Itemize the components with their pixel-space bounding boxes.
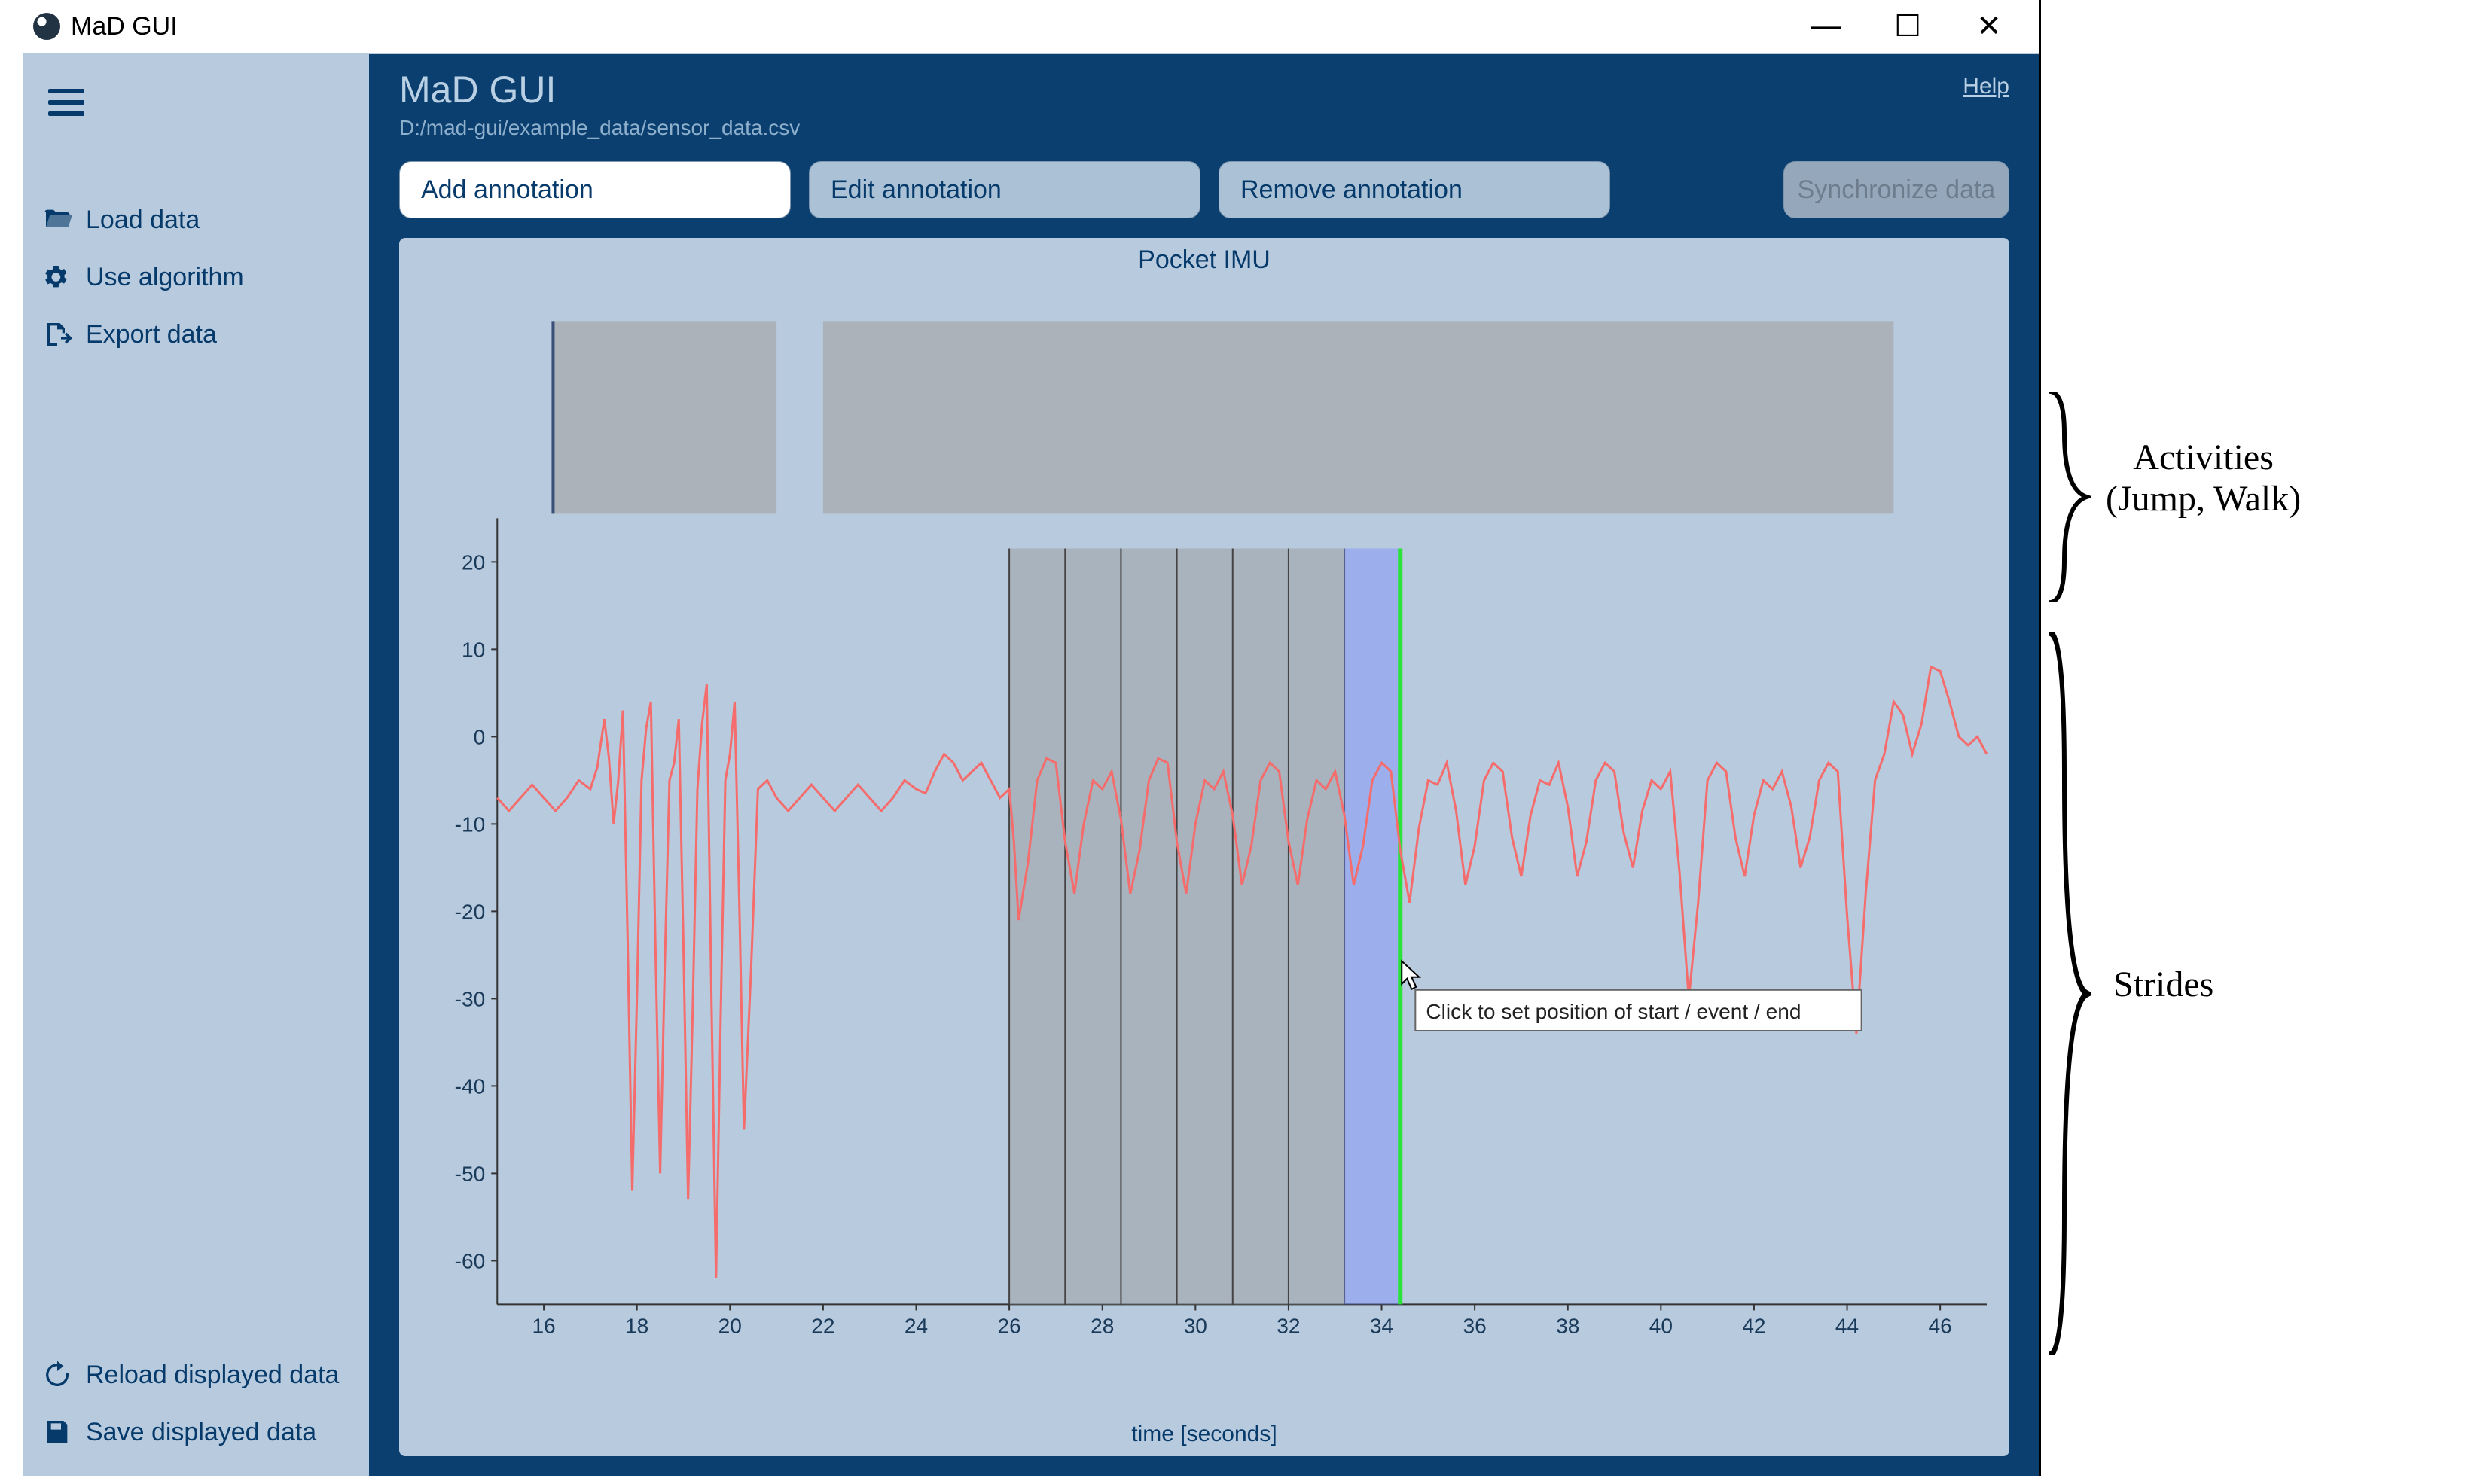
save-icon <box>42 1417 72 1447</box>
plot-panel: Pocket IMU -60 -50 -40 -30 -20 -10 0 10 20 16 18 20… <box>369 238 2039 1476</box>
svg-text:30: 30 <box>1184 1315 1207 1338</box>
window-maximize-button[interactable]: ☐ <box>1886 9 1931 44</box>
svg-text:46: 46 <box>1929 1315 1952 1338</box>
activity-region[interactable] <box>823 321 1893 513</box>
gears-icon <box>42 262 72 292</box>
folder-open-icon <box>42 205 72 235</box>
chart-canvas[interactable]: -60 -50 -40 -30 -20 -10 0 10 20 16 18 20 22 24 26 28 30 3… <box>444 283 1994 1388</box>
reload-icon <box>42 1360 72 1390</box>
svg-text:20: 20 <box>718 1315 742 1338</box>
plot-title: Pocket IMU <box>399 238 2009 275</box>
svg-text:28: 28 <box>1091 1315 1114 1338</box>
synchronize-button[interactable]: Synchronize data <box>1783 161 2009 218</box>
brace-icon <box>2045 632 2091 1355</box>
sidebar-item-label: Export data <box>86 320 217 349</box>
sidebar: Load data Use algorithm Export data <box>23 54 369 1476</box>
sidebar-item-reload[interactable]: Reload displayed data <box>23 1346 369 1403</box>
activity-region[interactable] <box>553 321 776 513</box>
svg-text:-10: -10 <box>455 812 486 836</box>
remove-annotation-button[interactable]: Remove annotation <box>1219 161 1610 218</box>
svg-text:18: 18 <box>625 1315 648 1338</box>
edit-annotation-button[interactable]: Edit annotation <box>809 161 1200 218</box>
annotation-toolbar: Add annotation Edit annotation Remove an… <box>369 149 2039 238</box>
add-annotation-button[interactable]: Add annotation <box>399 161 791 218</box>
sidebar-item-load[interactable]: Load data <box>23 191 369 248</box>
svg-text:38: 38 <box>1556 1315 1579 1338</box>
svg-text:Click to set position of start: Click to set position of start / event /… <box>1426 1000 1801 1023</box>
menu-toggle-button[interactable] <box>48 89 84 116</box>
callout-text: Activities <box>2106 437 2301 478</box>
svg-text:-30: -30 <box>455 987 486 1010</box>
sidebar-item-export[interactable]: Export data <box>23 306 369 363</box>
svg-text:-50: -50 <box>455 1162 486 1185</box>
app-header: Help MaD GUI D:/mad-gui/example_data/sen… <box>369 54 2039 149</box>
x-axis-label: time [seconds] <box>399 1422 2009 1447</box>
window-titlebar: MaD GUI — ☐ ✕ <box>23 0 2039 53</box>
svg-text:22: 22 <box>811 1315 834 1338</box>
svg-text:-60: -60 <box>455 1249 486 1272</box>
svg-text:34: 34 <box>1370 1315 1393 1338</box>
app-title: MaD GUI <box>399 68 2009 111</box>
window-minimize-button[interactable]: — <box>1804 9 1850 44</box>
callout-text: Strides <box>2113 964 2213 1005</box>
export-icon <box>42 319 72 349</box>
svg-text:36: 36 <box>1463 1315 1487 1338</box>
svg-text:24: 24 <box>905 1315 928 1338</box>
mouse-cursor-icon <box>1402 961 1419 989</box>
plot-area[interactable]: Pocket IMU -60 -50 -40 -30 -20 -10 0 10 20 16 18 20… <box>399 238 2009 1456</box>
callout-activities: Activities (Jump, Walk) <box>2106 437 2301 520</box>
sidebar-item-label: Use algorithm <box>86 263 244 292</box>
svg-text:-40: -40 <box>455 1074 486 1098</box>
svg-text:32: 32 <box>1277 1315 1300 1338</box>
file-path: D:/mad-gui/example_data/sensor_data.csv <box>399 111 2009 140</box>
svg-text:40: 40 <box>1649 1315 1673 1338</box>
window-close-button[interactable]: ✕ <box>1967 9 2012 44</box>
main-column: Help MaD GUI D:/mad-gui/example_data/sen… <box>369 54 2039 1476</box>
window-title: MaD GUI <box>71 12 178 41</box>
callout-text: (Jump, Walk) <box>2106 478 2301 520</box>
sidebar-item-label: Load data <box>86 206 200 235</box>
sidebar-item-save[interactable]: Save displayed data <box>23 1403 369 1461</box>
svg-text:-20: -20 <box>455 900 486 923</box>
sidebar-item-label: Reload displayed data <box>86 1361 339 1390</box>
app-icon <box>33 13 60 40</box>
brace-icon <box>2045 392 2091 602</box>
sidebar-item-algo[interactable]: Use algorithm <box>23 248 369 306</box>
svg-text:10: 10 <box>462 638 485 661</box>
callout-strides: Strides <box>2113 964 2213 1005</box>
sidebar-item-label: Save displayed data <box>86 1418 316 1447</box>
help-link[interactable]: Help <box>1963 74 2009 99</box>
svg-text:20: 20 <box>462 550 485 574</box>
app-window: MaD GUI — ☐ ✕ Load data Use algori <box>23 0 2041 1476</box>
svg-text:42: 42 <box>1742 1315 1765 1338</box>
svg-text:0: 0 <box>474 725 486 748</box>
svg-text:16: 16 <box>532 1315 555 1338</box>
svg-text:26: 26 <box>997 1315 1020 1338</box>
current-selection[interactable] <box>1344 549 1400 1305</box>
svg-text:44: 44 <box>1835 1315 1859 1338</box>
